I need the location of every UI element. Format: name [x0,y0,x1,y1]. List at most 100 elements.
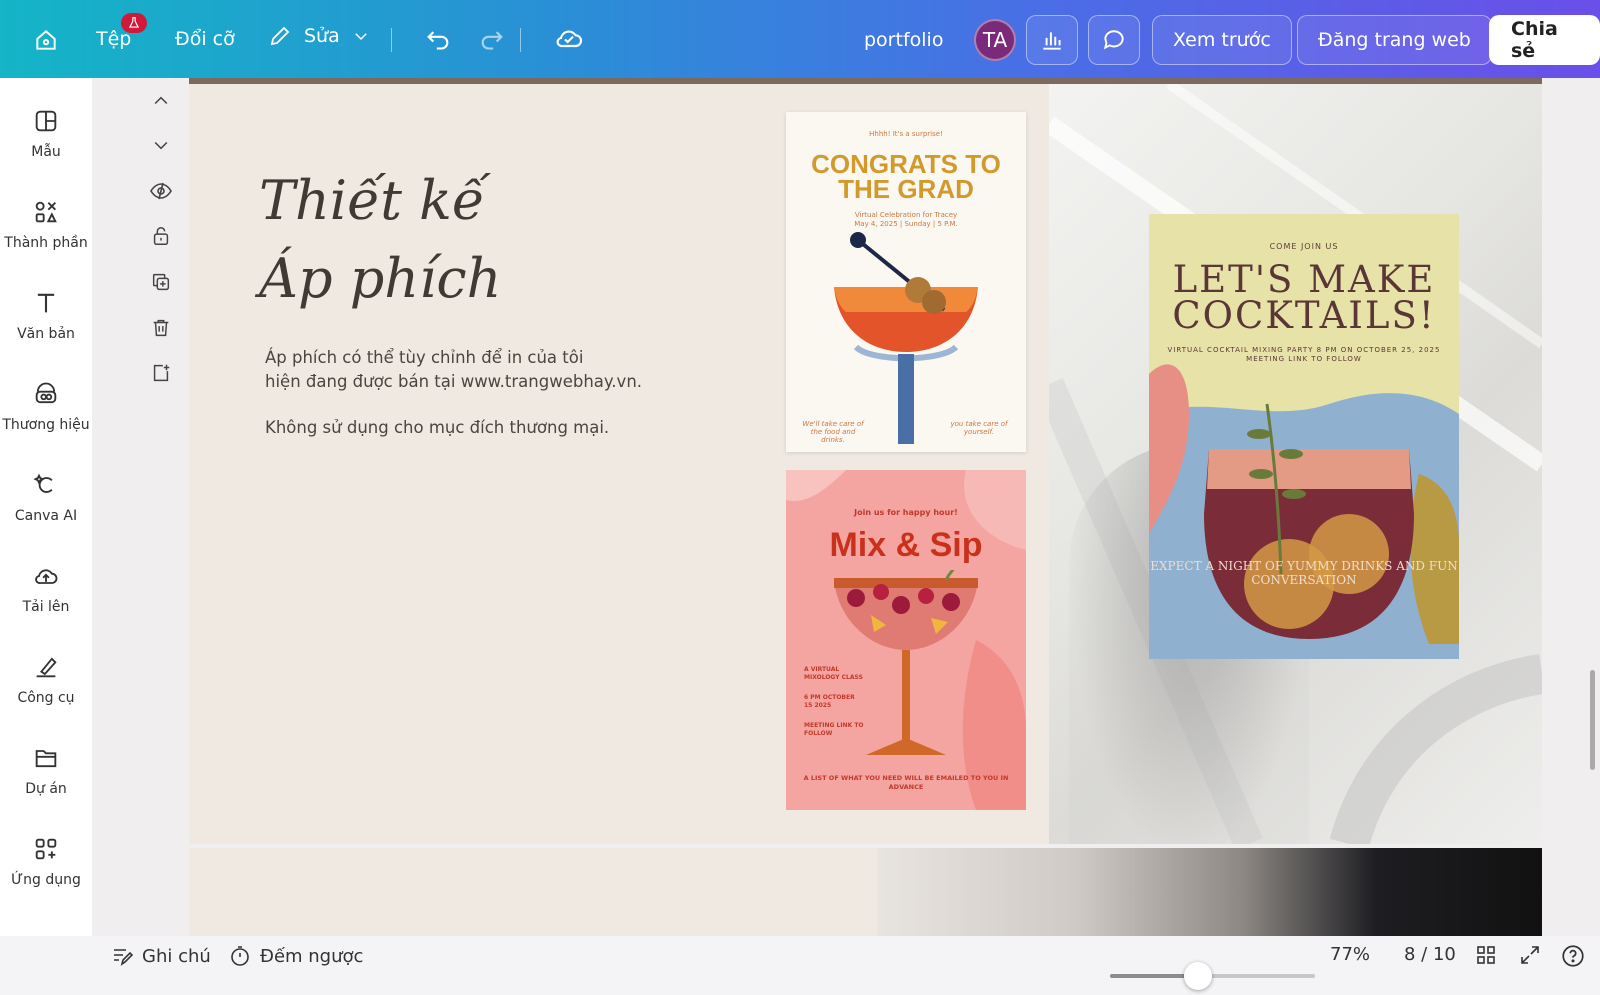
comment-icon [1103,30,1124,50]
page-tools [140,78,182,948]
sidebar-item-projects[interactable]: Dự án [0,743,92,797]
sidebar-item-uploads[interactable]: Tải lên [0,561,92,615]
bar-chart-icon [1043,32,1061,50]
pencil-icon [270,26,290,46]
chevron-up-icon [154,96,168,105]
home-icon [36,30,56,50]
vertical-scrollbar[interactable] [1590,670,1595,770]
bottom-bar: Ghi chú Đếm ngược 77% 8 / 10 [0,936,1600,995]
sidebar-item-canva-ai[interactable]: Canva AI [0,470,92,524]
sidebar-item-text[interactable]: Văn bản [0,288,92,342]
next-page-photo [877,848,1542,948]
sidebar-item-tools[interactable]: Công cụ [0,652,92,706]
poster-subtitle-1: Virtual Celebration for Tracey [854,211,958,219]
notification-badge [121,13,147,33]
resize-button[interactable]: Đổi cỡ [175,28,235,50]
page-down-button[interactable] [146,130,176,160]
page-heading[interactable]: Thiết kế Áp phích [259,162,501,318]
poster-subtitle-2: May 4, 2025 | Sunday | 5 P.M. [854,220,958,228]
poster-side-text-2: 6 PM OCTOBER 15 2025 [804,694,855,709]
poster-lets-make-cocktails[interactable]: COME JOIN US LET'S MAKE COCKTAILS! VIRTU… [1149,214,1459,659]
notes-button[interactable]: Ghi chú [110,944,211,968]
redo-icon [481,31,503,50]
sidebar-item-label: Dự án [25,781,67,797]
hide-page-button[interactable] [146,176,176,206]
sidebar-item-label: Thành phần [4,235,88,251]
chevron-down-icon [354,33,367,41]
sidebar-item-apps[interactable]: Ứng dụng [0,834,92,888]
next-page-preview[interactable] [189,848,1542,948]
grid-view-button[interactable] [1474,943,1498,967]
publish-website-button[interactable]: Đăng trang web [1297,15,1492,65]
chevron-down-icon [154,141,168,150]
heading-line-2: Áp phích [259,247,502,310]
sidebar-item-label: Tải lên [22,599,70,615]
description-line-2: hiện đang được bán tại www.trangwebhay.v… [265,372,643,391]
sidebar-item-label: Ứng dụng [11,872,81,888]
poster-footnote-left: We'll take care of the food and drinks. [802,420,864,444]
redo-button[interactable] [478,24,506,52]
sidebar-item-label: Công cụ [17,690,75,706]
lock-page-button[interactable] [146,221,176,251]
help-icon [1562,945,1584,967]
home-button[interactable] [28,22,64,58]
canva-ai-icon [31,470,61,500]
cocktail-glass-illustration [834,232,978,444]
duplicate-page-button[interactable] [146,267,176,297]
sidebar-item-label: Canva AI [14,508,78,524]
preview-button[interactable]: Xem trước [1152,15,1292,65]
heading-line-1: Thiết kế [259,169,486,232]
notes-icon [114,949,134,966]
timer-icon [231,946,249,966]
folder-icon [31,743,61,773]
poster-happy-hour-text: Join us for happy hour! [854,508,958,517]
left-sidebar: Mẫu Thành phần Văn bản Thương hiệu Canva… [0,78,92,948]
help-button[interactable] [1560,943,1586,969]
design-page[interactable]: Thiết kế Áp phích Áp phích có thể tùy ch… [189,84,1542,844]
edit-mode-button[interactable]: Sửa [268,24,370,48]
wall-photo-mockup[interactable]: COME JOIN US LET'S MAKE COCKTAILS! VIRTU… [1049,84,1542,844]
delete-page-button[interactable] [146,313,176,343]
page-indicator[interactable]: 8 / 10 [1404,944,1456,965]
description-text[interactable]: Áp phích có thể tùy chỉnh để in của tôi … [265,346,685,394]
poster-mix-and-sip[interactable]: Join us for happy hour! Mix & Sip A VIRT… [786,470,1026,810]
page-up-button[interactable] [146,86,176,116]
apps-icon [31,834,61,864]
poster-expect-text: EXPECT A NIGHT OF YUMMY DRINKS AND FUN C… [1150,559,1458,587]
trash-icon [153,319,169,337]
poster-side-text-1: A VIRTUAL MIXOLOGY CLASS [804,666,863,681]
cloud-check-icon [556,30,582,48]
sidebar-item-elements[interactable]: Thành phần [0,197,92,251]
insights-button[interactable] [1026,15,1078,65]
toolbar-divider [391,28,392,52]
zoom-slider-knob[interactable] [1183,962,1212,990]
grid-icon [1477,946,1495,964]
disclaimer-text[interactable]: Không sử dụng cho mục đích thương mại. [265,418,609,437]
undo-button[interactable] [424,24,452,52]
top-toolbar: Tệp Đổi cỡ Sửa portfolio TA Xem trước Đă… [0,0,1600,78]
toolbar-divider [520,28,521,52]
comments-button[interactable] [1088,15,1140,65]
avatar[interactable]: TA [974,19,1016,61]
share-button[interactable]: Chia sẻ [1489,15,1600,65]
timer-button[interactable]: Đếm ngược [228,944,363,968]
design-title[interactable]: portfolio [864,29,943,51]
edit-label: Sửa [304,25,340,47]
save-status-button[interactable] [553,22,585,54]
zoom-slider-track[interactable] [1110,974,1315,978]
template-icon [31,106,61,136]
zoom-level[interactable]: 77% [1330,944,1370,965]
poster-cocktails-title: LET'S MAKE COCKTAILS! [1172,258,1436,337]
undo-icon [427,31,449,50]
poster-mix-sip-title: Mix & Sip [829,526,983,564]
add-page-button[interactable] [146,358,176,388]
poster-congrats-title: CONGRATS TO THE GRAD [811,149,1001,204]
fullscreen-button[interactable] [1518,943,1542,967]
poster-congrats-grad[interactable]: Hhhh! It's a surprise! CONGRATS TO THE G… [786,112,1026,452]
tools-icon [31,652,61,682]
sidebar-item-label: Mẫu [31,144,61,160]
sidebar-item-templates[interactable]: Mẫu [0,106,92,160]
sidebar-item-brand[interactable]: Thương hiệu [0,379,92,433]
timer-label: Đếm ngược [260,945,364,967]
flask-icon [128,17,140,28]
